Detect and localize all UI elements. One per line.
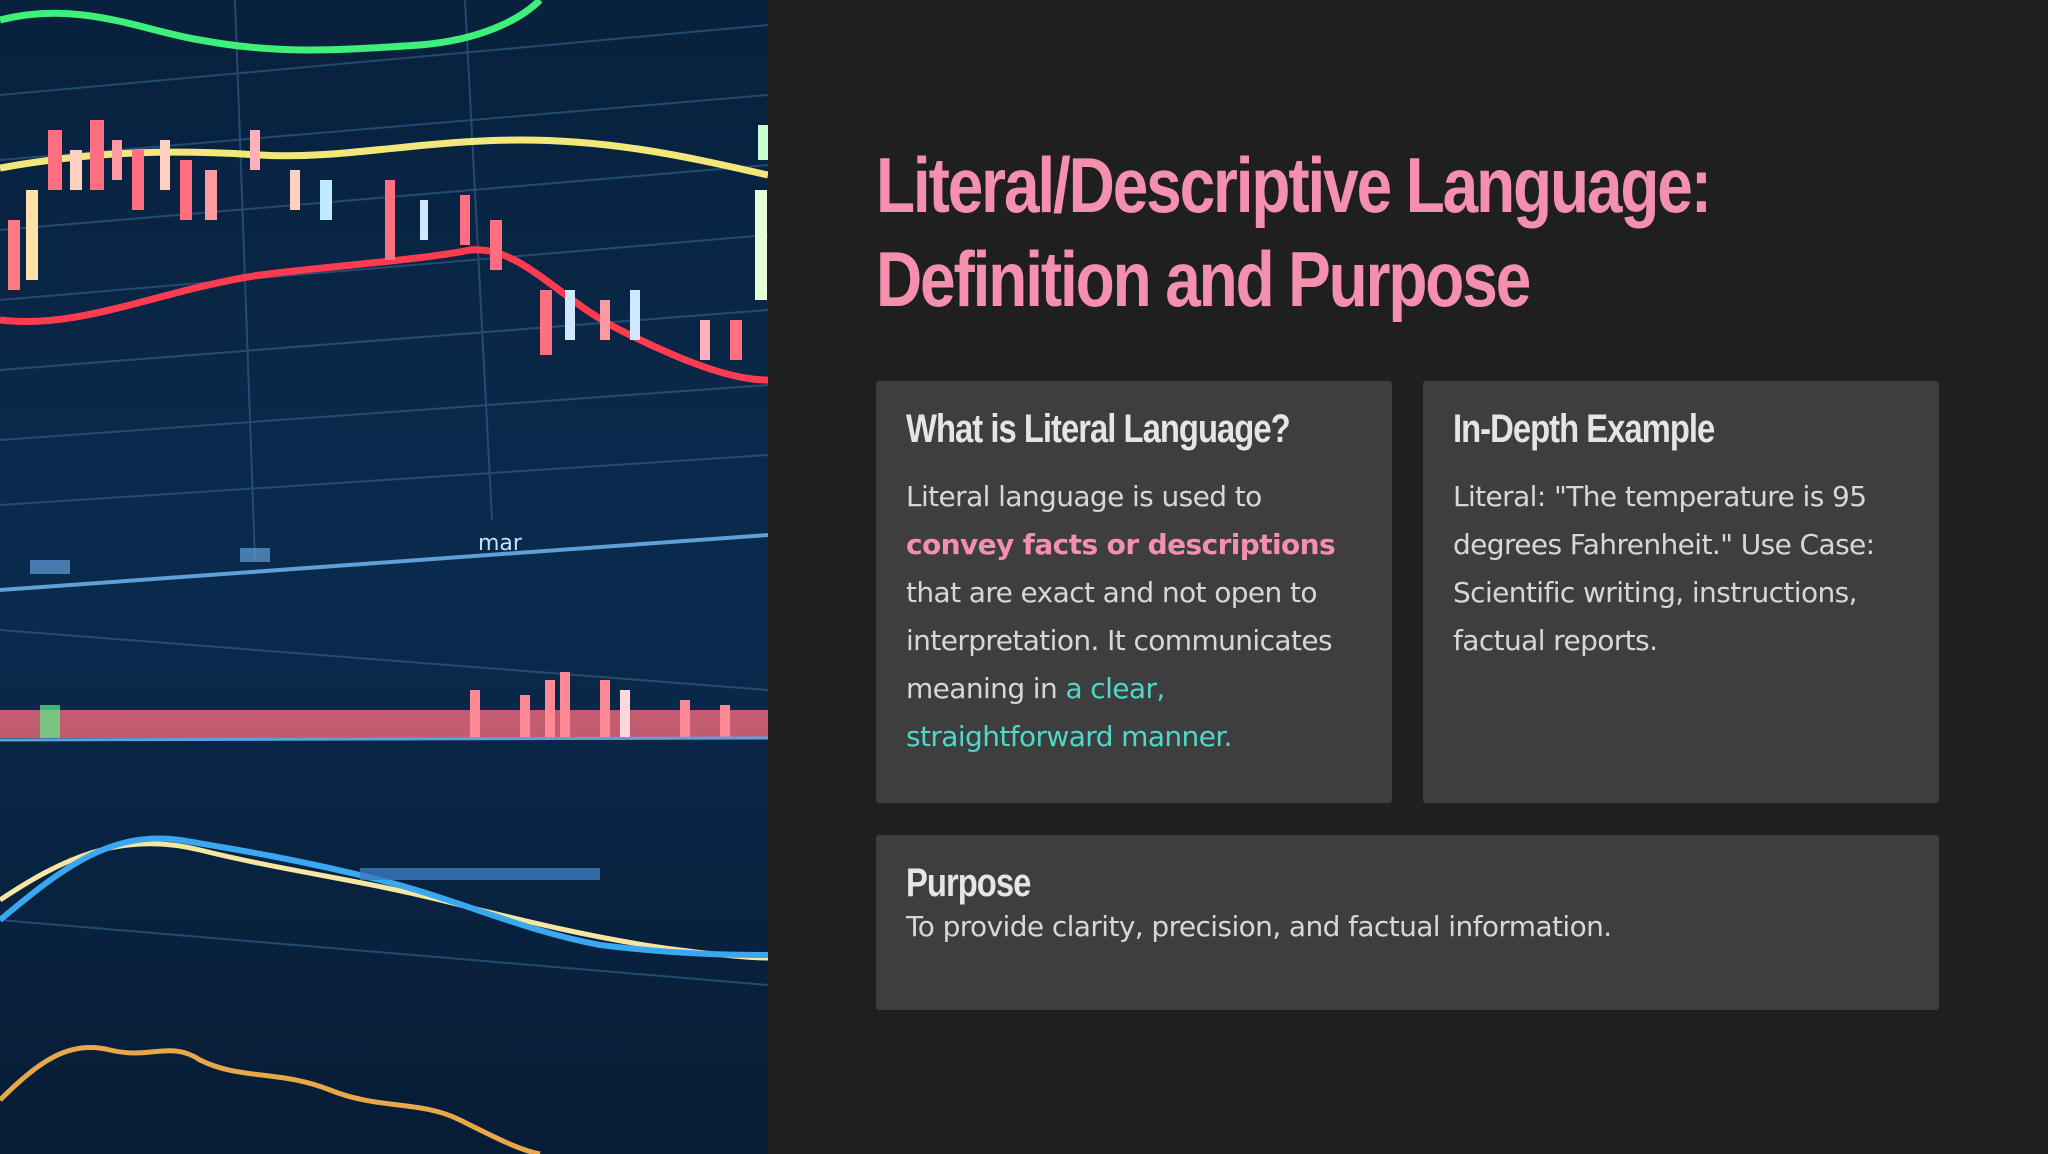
- purpose-card-heading: Purpose: [906, 861, 1031, 905]
- literal-card-text: Literal language is used to convey facts…: [906, 473, 1362, 761]
- title-line-2: Definition and Purpose: [876, 235, 1531, 323]
- stock-chart-illustration: mar: [0, 0, 768, 1154]
- example-card-heading: In-Depth Example: [1453, 407, 1715, 451]
- example-card: In-Depth Example Literal: "The temperatu…: [1423, 381, 1939, 803]
- literal-language-card: What is Literal Language? Literal langua…: [876, 381, 1392, 803]
- literal-highlight-facts: convey facts or descriptions: [906, 528, 1336, 561]
- axis-label-mar: mar: [478, 531, 523, 556]
- purpose-card-text: To provide clarity, precision, and factu…: [906, 910, 1612, 943]
- content-panel: Literal/Descriptive Language: Definition…: [768, 0, 2048, 1154]
- hero-image: mar: [0, 0, 768, 1154]
- example-card-text: Literal: "The temperature is 95 degrees …: [1453, 473, 1909, 665]
- literal-card-heading: What is Literal Language?: [906, 407, 1291, 451]
- page-title: Literal/Descriptive Language: Definition…: [876, 138, 1811, 326]
- dash-bars: [360, 868, 600, 880]
- title-line-1: Literal/Descriptive Language:: [876, 141, 1712, 229]
- literal-text-before: Literal language is used to: [906, 480, 1262, 513]
- purpose-card: Purpose To provide clarity, precision, a…: [876, 835, 1939, 1010]
